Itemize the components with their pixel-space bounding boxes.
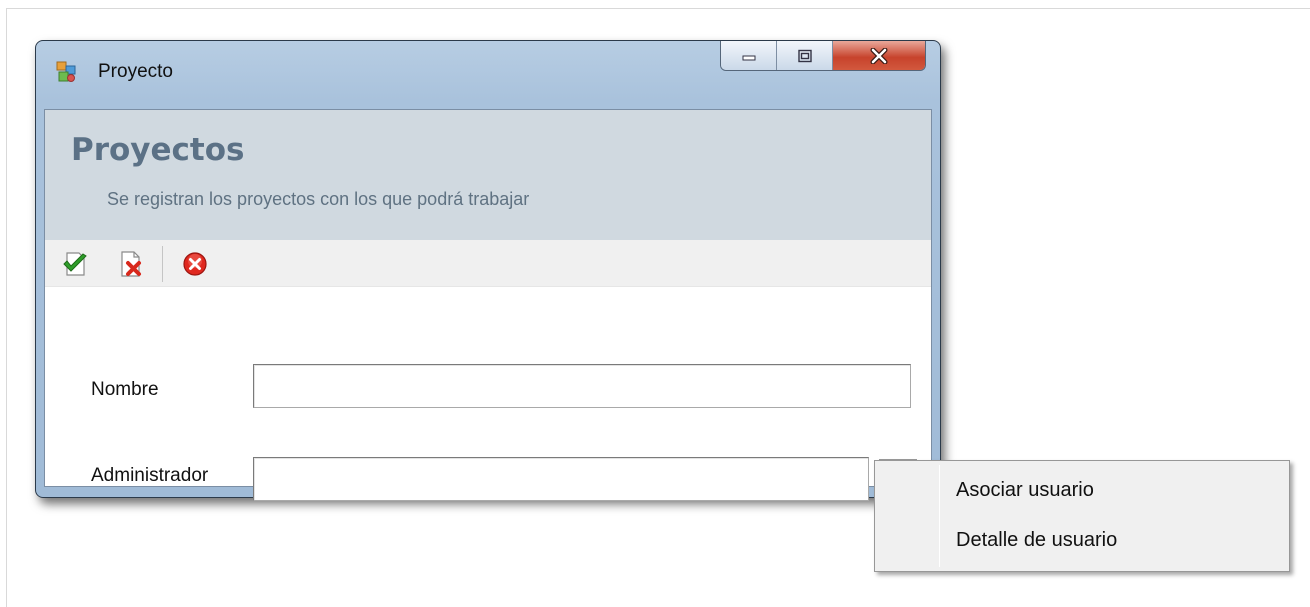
window-client-area: Proyectos Se registran los proyectos con… bbox=[44, 109, 932, 501]
proyecto-window: Proyecto Proyectos Se registran los proy… bbox=[35, 40, 941, 501]
cancel-circle-icon bbox=[183, 252, 207, 276]
maximize-button[interactable] bbox=[777, 41, 833, 70]
page-title: Proyectos bbox=[71, 132, 245, 168]
project-app-icon bbox=[55, 61, 77, 83]
delete-document-icon bbox=[121, 251, 141, 277]
save-check-icon bbox=[63, 252, 87, 276]
close-button[interactable] bbox=[833, 41, 925, 70]
close-x-icon bbox=[870, 48, 888, 64]
form-header: Proyectos Se registran los proyectos con… bbox=[45, 110, 931, 240]
administrador-label: Administrador bbox=[91, 465, 209, 486]
title-bar[interactable]: Proyecto bbox=[36, 41, 940, 109]
window-controls bbox=[720, 41, 926, 71]
menu-item-asociar-usuario[interactable]: Asociar usuario bbox=[878, 470, 1286, 512]
delete-button[interactable] bbox=[115, 248, 147, 280]
administrador-input[interactable] bbox=[253, 457, 869, 501]
window-title: Proyecto bbox=[98, 61, 173, 82]
minimize-icon bbox=[742, 55, 755, 61]
context-menu: Asociar usuario Detalle de usuario bbox=[874, 460, 1290, 572]
page-subtitle: Se registran los proyectos con los que p… bbox=[107, 189, 530, 209]
menu-item-label: Asociar usuario bbox=[956, 479, 1094, 501]
toolbar-separator bbox=[162, 246, 163, 282]
menu-item-label: Detalle de usuario bbox=[956, 529, 1118, 551]
nombre-input[interactable] bbox=[253, 364, 911, 408]
nombre-label: Nombre bbox=[91, 379, 159, 400]
maximize-icon bbox=[797, 49, 812, 63]
cancel-button[interactable] bbox=[179, 248, 211, 280]
save-button[interactable] bbox=[59, 248, 91, 280]
toolbar bbox=[45, 240, 931, 287]
minimize-button[interactable] bbox=[721, 41, 777, 70]
menu-item-detalle-usuario[interactable]: Detalle de usuario bbox=[878, 520, 1286, 562]
